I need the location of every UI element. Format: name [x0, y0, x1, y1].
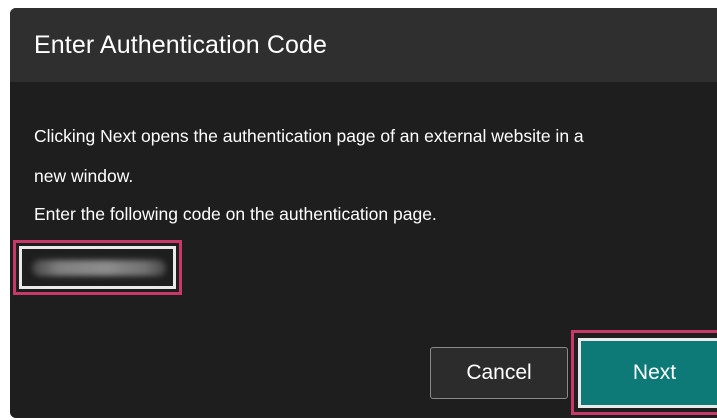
code-highlight-box	[13, 240, 182, 295]
instruction-line-2: new window.	[34, 166, 134, 186]
dialog-header: Enter Authentication Code	[10, 8, 717, 82]
cancel-button[interactable]: Cancel	[430, 347, 568, 399]
authentication-code-value	[32, 259, 166, 276]
next-button[interactable]: Next	[578, 338, 717, 408]
instruction-line-1: Clicking Next opens the authentication p…	[34, 126, 584, 146]
authentication-code-dialog: Enter Authentication Code Clicking Next …	[10, 8, 717, 418]
dialog-title: Enter Authentication Code	[34, 30, 327, 59]
authentication-code-field[interactable]	[19, 246, 176, 289]
instruction-line-3: Enter the following code on the authenti…	[34, 204, 437, 224]
